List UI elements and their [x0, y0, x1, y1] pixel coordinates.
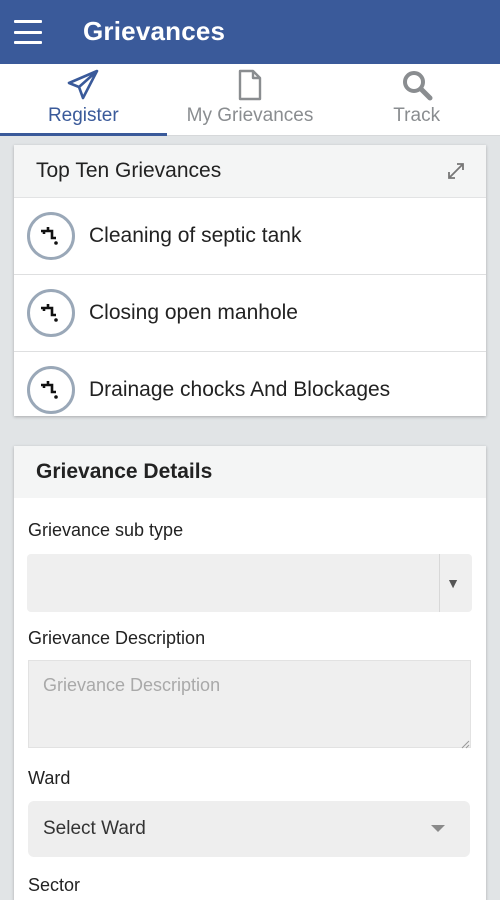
grievance-details-header: Grievance Details [14, 446, 486, 498]
paper-plane-icon [65, 69, 101, 101]
grievance-item-label: Cleaning of septic tank [89, 224, 302, 247]
subtype-label: Grievance sub type [28, 520, 184, 540]
tab-bar: Register My Grievances Track [0, 64, 500, 136]
tab-my-grievances-label: My Grievances [186, 105, 314, 126]
select-divider [439, 554, 440, 612]
grievance-details-title: Grievance Details [36, 460, 213, 483]
document-icon [232, 69, 268, 101]
ward-label: Ward [28, 768, 71, 788]
ward-select-value: Select Ward [43, 818, 146, 839]
grievance-item-label: Closing open manhole [89, 301, 298, 324]
description-field[interactable] [28, 660, 471, 748]
subtype-select[interactable]: ▼ [27, 554, 472, 612]
ward-select[interactable]: Select Ward [28, 801, 470, 857]
menu-icon[interactable] [14, 20, 42, 44]
app-title: Grievances [83, 16, 226, 46]
tab-my-grievances[interactable]: My Grievances [167, 64, 334, 135]
top-grievances-title: Top Ten Grievances [36, 159, 222, 182]
tab-register-label: Register [47, 105, 119, 126]
grievance-item[interactable]: Cleaning of septic tank [14, 198, 486, 275]
top-grievances-card: Top Ten Grievances Cleaning of septic ta… [14, 145, 486, 416]
grievance-details-card: Grievance Details Grievance sub type ▼ G… [14, 446, 486, 900]
top-grievances-header: Top Ten Grievances [14, 145, 486, 198]
drain-pipe-icon [27, 289, 75, 337]
grievance-item[interactable]: Closing open manhole [14, 275, 486, 352]
drain-pipe-icon [27, 212, 75, 260]
grievance-item-label: Drainage chocks And Blockages [89, 378, 391, 401]
sector-label: Sector [28, 875, 81, 895]
drain-pipe-icon [27, 366, 75, 414]
chevron-down-icon [431, 825, 445, 832]
app-bar: Grievances [0, 0, 500, 64]
tab-track[interactable]: Track [333, 64, 500, 135]
expand-icon[interactable] [446, 161, 466, 181]
dropdown-arrow-icon: ▼ [446, 575, 460, 591]
resize-grip-icon[interactable] [460, 736, 470, 749]
tab-track-label: Track [393, 105, 441, 126]
grievance-item[interactable]: Drainage chocks And Blockages [14, 352, 486, 416]
tab-register[interactable]: Register [0, 64, 167, 136]
search-icon [399, 69, 435, 101]
description-label: Grievance Description [28, 628, 206, 648]
